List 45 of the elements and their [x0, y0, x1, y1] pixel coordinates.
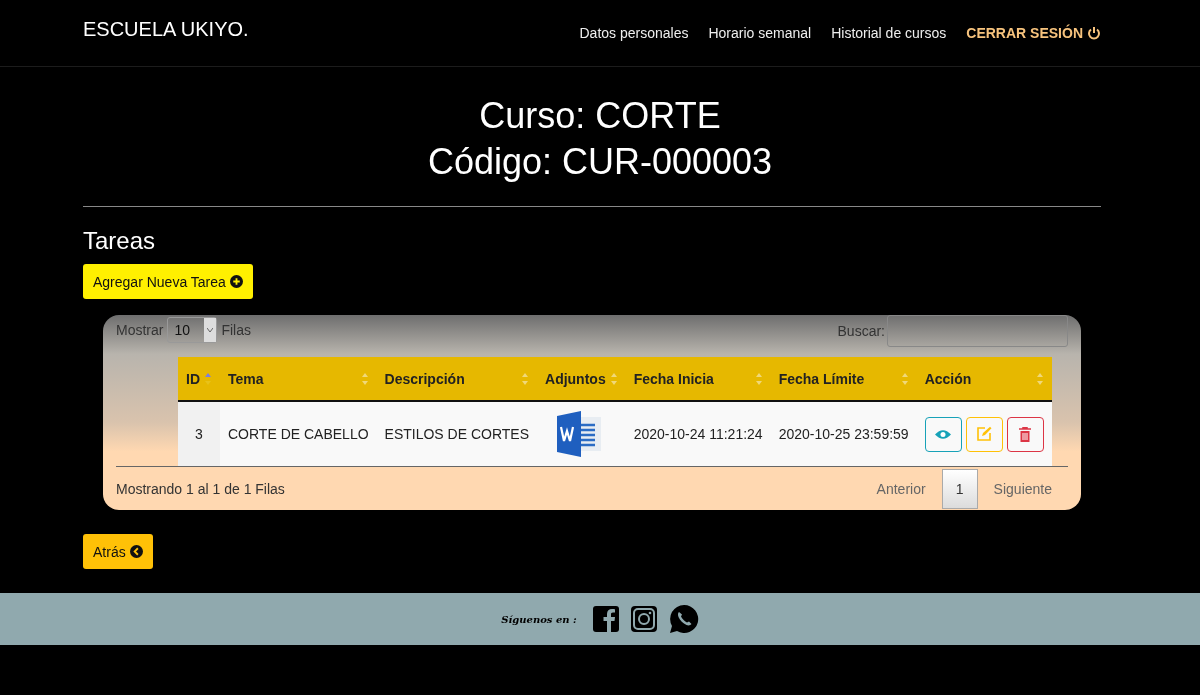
edit-icon — [976, 426, 993, 442]
document-icon[interactable] — [557, 411, 601, 457]
column-header[interactable]: Adjuntos — [537, 357, 626, 401]
chevron-left-circle-icon — [129, 545, 143, 558]
search-label: Buscar: — [837, 323, 885, 339]
add-task-button[interactable]: Agregar Nueva Tarea — [83, 264, 253, 299]
column-header[interactable]: Tema — [220, 357, 377, 401]
follow-text: Síguenos en : — [501, 613, 577, 625]
delete-button[interactable] — [1006, 416, 1044, 452]
table-cell: ESTILOS DE CORTES — [376, 401, 537, 466]
column-header[interactable]: Acción — [916, 357, 1052, 401]
previous-link[interactable]: Anterior — [860, 481, 942, 497]
phone-bubble-icon[interactable] — [668, 604, 699, 634]
course-title: Curso: CORTE — [478, 94, 722, 138]
column-header[interactable]: ID — [178, 357, 220, 401]
plus-circle-icon — [229, 275, 243, 288]
nav-link[interactable]: Historial de cursos — [831, 25, 947, 41]
nav-link[interactable]: Datos personales — [579, 25, 689, 41]
trash-icon — [1019, 426, 1032, 442]
rows-label: Filas — [221, 322, 251, 338]
column-header[interactable]: Descripción — [376, 357, 537, 401]
table-cell: 2020-10-24 11:21:24 — [625, 401, 771, 466]
table-cell: CORTE DE CABELLO — [220, 401, 377, 466]
power-icon — [1087, 26, 1101, 40]
show-label: Mostrar — [116, 322, 164, 338]
rows-select[interactable]: 10 — [167, 317, 218, 343]
section-title: Tareas — [83, 227, 157, 255]
view-button[interactable] — [924, 416, 962, 452]
search-field[interactable] — [887, 315, 1068, 347]
course-code: Código: CUR-000003 — [426, 140, 774, 184]
column-header[interactable]: Fecha Límite — [770, 357, 917, 401]
instagram-icon[interactable] — [630, 606, 657, 632]
logout-link[interactable]: CERRAR SESIÓN — [966, 25, 1101, 41]
eye-icon — [935, 428, 952, 440]
column-header[interactable]: Fecha Inicia — [625, 357, 771, 401]
caret-icon — [207, 328, 214, 332]
table-info: Mostrando 1 al 1 de 1 Filas — [116, 481, 285, 497]
table-cell: 3 — [178, 401, 220, 466]
nav-link[interactable]: Horario semanal — [708, 25, 812, 41]
brand-title[interactable]: ESCUELA UKIYO. — [83, 17, 249, 41]
facebook-icon[interactable] — [592, 606, 619, 632]
table-cell: 2020-10-25 23:59:59 — [770, 401, 917, 466]
next-link[interactable]: Siguiente — [977, 481, 1068, 497]
back-button[interactable]: Atrás — [83, 534, 153, 569]
page-button[interactable]: 1 — [941, 469, 978, 509]
